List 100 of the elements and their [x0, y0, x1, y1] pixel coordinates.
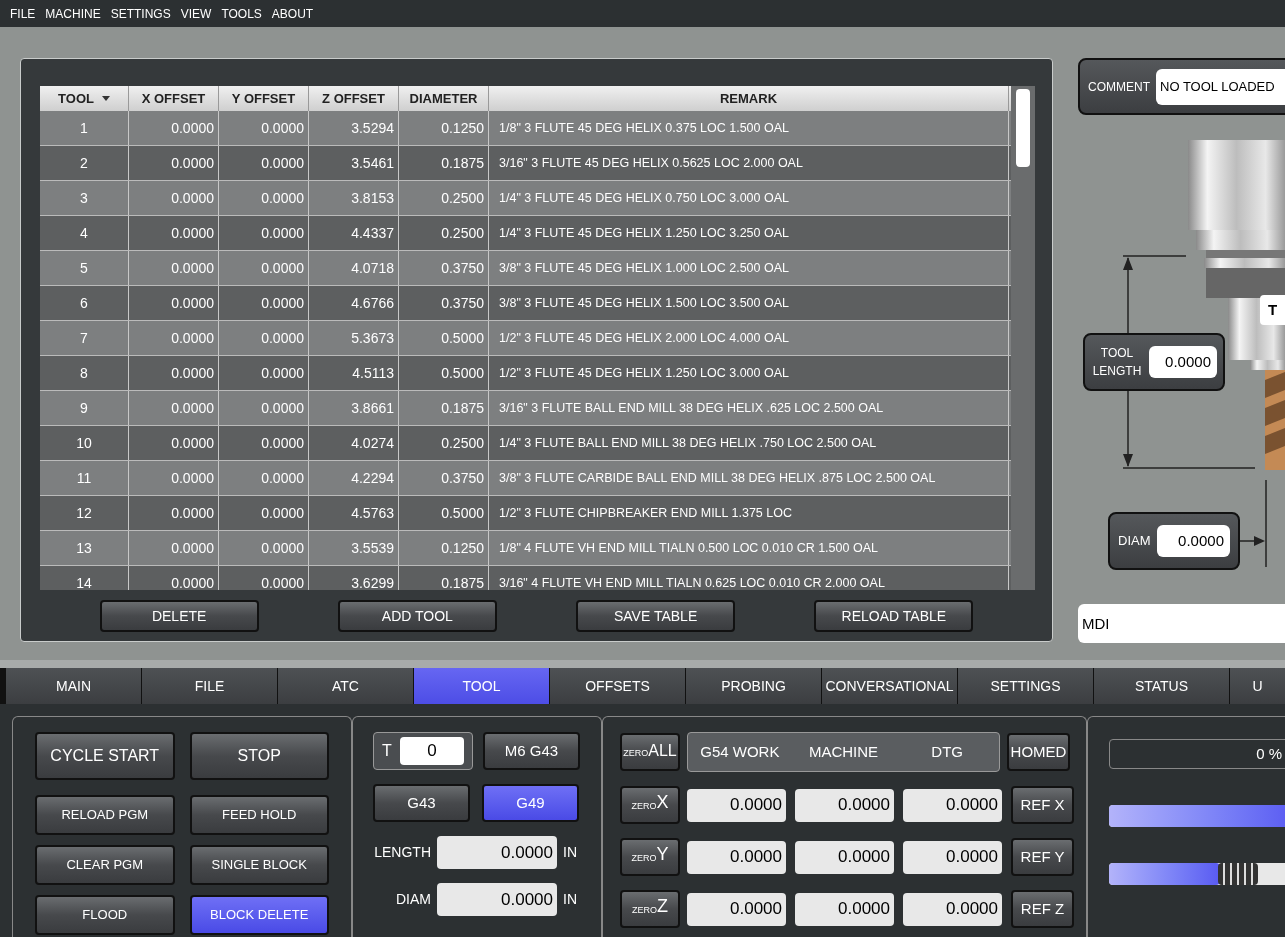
comment-label: COMMENT	[1088, 78, 1150, 96]
tab[interactable]: CONVERSATIONAL	[822, 668, 957, 704]
program-button[interactable]: SINGLE BLOCK	[189, 845, 329, 885]
field-label: DIAM	[395, 890, 431, 909]
table-cell: 3	[40, 181, 129, 215]
tab[interactable]: ATC	[278, 668, 413, 704]
scrollbar-thumb[interactable]	[1016, 89, 1030, 167]
table-cell: 0.5000	[399, 356, 489, 390]
tab[interactable]: FILE	[142, 668, 277, 704]
table-cell: 0.0000	[129, 391, 219, 425]
value-field[interactable]: 0.0000	[437, 883, 557, 916]
zero-axis-button[interactable]: ZEROZ	[620, 890, 680, 928]
program-button[interactable]: CYCLE START	[35, 732, 175, 780]
table-action-button[interactable]: ADD TOOL	[337, 600, 497, 632]
table-cell: 12	[40, 496, 129, 530]
table-cell: 1/4" 3 FLUTE 45 DEG HELIX 0.750 LOC 3.000 OAL	[489, 181, 1009, 215]
zero-all-button[interactable]: ZEROALL	[620, 733, 680, 771]
table-cell: 5.3673	[309, 321, 399, 355]
program-button[interactable]: CLEAR PGM	[35, 845, 175, 885]
menu-item[interactable]: TOOLS	[221, 4, 262, 23]
reference-axis-button[interactable]: REF Z	[1011, 890, 1074, 928]
table-cell: 3/16" 3 FLUTE BALL END MILL 38 DEG HELIX .625 LOC 2.500 OAL	[489, 391, 1009, 425]
program-button[interactable]: FLOOD	[35, 895, 175, 935]
table-cell: 0.0000	[219, 286, 309, 320]
reference-axis-button[interactable]: REF X	[1011, 786, 1074, 824]
program-button[interactable]: STOP	[189, 732, 329, 780]
reference-axis-button[interactable]: REF Y	[1011, 838, 1074, 876]
homed-button[interactable]: HOMED	[1007, 733, 1070, 771]
value-field[interactable]: 0.0000	[437, 836, 557, 869]
table-action-button[interactable]: RELOAD TABLE	[814, 600, 974, 632]
tool-number-field[interactable]: 0	[399, 737, 464, 765]
comment-field[interactable]: NO TOOL LOADED	[1156, 68, 1285, 105]
menu-item[interactable]: ABOUT	[271, 4, 314, 23]
slider-handle[interactable]	[1218, 863, 1258, 885]
tab[interactable]: TOOL	[414, 668, 549, 704]
table-cell: 1/8" 4 FLUTE VH END MILL TIALN 0.500 LOC 0.010 CR 1.500 OAL	[489, 531, 1009, 565]
program-button[interactable]: FEED HOLD	[189, 795, 329, 835]
column-title: MACHINE	[807, 741, 880, 762]
program-button[interactable]: RELOAD PGM	[35, 795, 175, 835]
menu-item[interactable]: MACHINE	[45, 4, 101, 23]
tab[interactable]: MAIN	[6, 668, 141, 704]
position-field: 0.0000	[795, 840, 894, 874]
offset-mode-button[interactable]: G43	[373, 784, 470, 822]
position-field: 0.0000	[795, 892, 894, 926]
zero-axis-button[interactable]: ZEROX	[620, 786, 680, 824]
tab[interactable]: PROBING	[686, 668, 821, 704]
table-cell: 6	[40, 286, 129, 320]
table-cell: 0.0000	[129, 251, 219, 285]
table-cell: 9	[40, 391, 129, 425]
table-cell: 0.0000	[129, 286, 219, 320]
table-cell: 2	[40, 146, 129, 180]
position-field: 0.0000	[795, 788, 894, 822]
tool-length-field[interactable]: 0.0000	[1149, 346, 1217, 378]
table-cell: 8	[40, 356, 129, 390]
position-field: 0.0000	[687, 788, 786, 822]
table-cell: 0.0000	[219, 181, 309, 215]
table-cell: 0.0000	[129, 111, 219, 145]
zero-axis-button[interactable]: ZEROY	[620, 838, 680, 876]
menu-item[interactable]: FILE	[10, 4, 36, 23]
table-cell: 0.2500	[399, 216, 489, 250]
table-cell: 3.8153	[309, 181, 399, 215]
table-cell: 0.1250	[399, 111, 489, 145]
tab[interactable]: OFFSETS	[550, 668, 685, 704]
table-cell: 0.0000	[219, 356, 309, 390]
unit-label: IN	[563, 890, 577, 909]
table-cell: 0.0000	[129, 356, 219, 390]
mdi-input-field[interactable]: MDI	[1078, 604, 1285, 643]
program-button[interactable]: BLOCK DELETE	[189, 895, 329, 935]
table-cell: 4.6766	[309, 286, 399, 320]
table-cell: 4	[40, 216, 129, 250]
position-field: 0.0000	[903, 840, 1002, 874]
menu-item[interactable]: VIEW	[180, 4, 212, 23]
tab[interactable]: SETTINGS	[958, 668, 1093, 704]
table-cell: 0.0000	[129, 461, 219, 495]
table-cell: 0.3750	[399, 461, 489, 495]
table-cell: 10	[40, 426, 129, 460]
table-action-button[interactable]: DELETE	[99, 600, 259, 632]
table-cell: 0.0000	[219, 216, 309, 250]
menu-item[interactable]: SETTINGS	[110, 4, 171, 23]
unit-label: IN	[563, 843, 577, 862]
table-cell: 0.0000	[219, 531, 309, 565]
table-cell: 0.2500	[399, 426, 489, 460]
table-cell: 0.1875	[399, 146, 489, 180]
tab[interactable]: U	[1230, 668, 1285, 704]
table-action-button[interactable]: SAVE TABLE	[576, 600, 736, 632]
table-cell: 0.0000	[219, 496, 309, 530]
tool-change-button[interactable]: M6 G43	[483, 732, 580, 770]
table-cell: 0.0000	[129, 146, 219, 180]
tab[interactable]: STATUS	[1094, 668, 1229, 704]
table-cell: 4.0274	[309, 426, 399, 460]
table-cell: 3.5539	[309, 531, 399, 565]
table-cell: 3/8" 3 FLUTE CARBIDE BALL END MILL 38 DEG HELIX .875 LOC 2.500 OAL	[489, 461, 1009, 495]
position-field: 0.0000	[903, 892, 1002, 926]
diameter-field[interactable]: 0.0000	[1156, 525, 1230, 557]
tool-number-label: T	[382, 741, 392, 761]
table-cell: 4.2294	[309, 461, 399, 495]
table-cell: 1/2" 3 FLUTE 45 DEG HELIX 1.250 LOC 3.000 OAL	[489, 356, 1009, 390]
offset-mode-button[interactable]: G49	[482, 784, 579, 822]
table-cell: 1/2" 3 FLUTE CHIPBREAKER END MILL 1.375 LOC	[489, 496, 1009, 530]
table-cell: 0.2500	[399, 181, 489, 215]
